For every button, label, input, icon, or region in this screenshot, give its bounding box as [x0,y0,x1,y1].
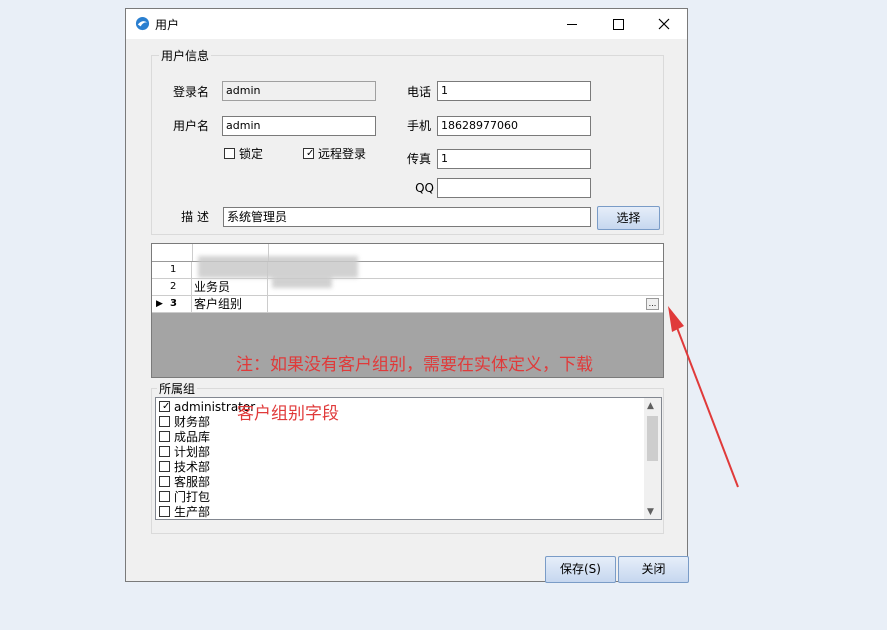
annotation-arrow-icon [668,306,739,488]
